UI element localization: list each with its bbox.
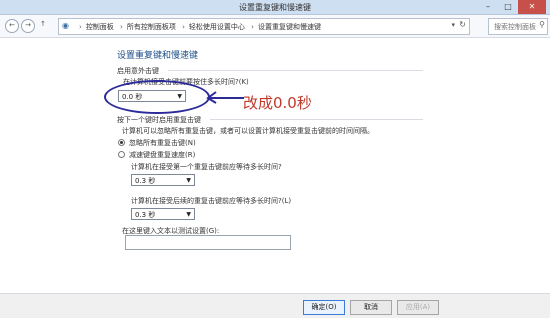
subsequent-delay-select[interactable]: 0.3 秒 ▼ <box>131 208 195 220</box>
annotation-ellipse <box>104 80 210 114</box>
back-icon[interactable]: ← <box>5 19 19 33</box>
divider <box>168 70 423 71</box>
breadcrumb-item[interactable]: 控制面板 <box>86 23 114 31</box>
radio-slow-repeats-label[interactable]: 减速键盘重复速度(R) <box>129 150 195 160</box>
repeat-description: 计算机可以忽略所有重复击键，或者可以设置计算机接受重复击键前的时间间隔。 <box>122 127 374 135</box>
refresh-icon[interactable]: ↻ <box>459 20 466 29</box>
close-icon[interactable]: ✕ <box>518 0 546 14</box>
minimize-icon[interactable]: – <box>478 0 498 14</box>
annotation-text: 改成0.0秒 <box>243 94 312 112</box>
section-heading-2: 按下一个键时启用重复击键 <box>117 116 201 124</box>
chevron-down-icon: ▼ <box>186 211 191 218</box>
radio-ignore-repeats[interactable] <box>118 139 125 146</box>
first-delay-question: 计算机在接受第一个重复击键前应等待多长时间? <box>131 163 282 171</box>
breadcrumb-item[interactable]: 所有控制面板项 <box>127 23 176 31</box>
page-title: 设置重复键和慢速键 <box>117 51 199 61</box>
test-input[interactable] <box>125 235 291 250</box>
button-bar: 确定(O) 取消 应用(A) <box>0 293 550 318</box>
control-panel-icon: ◉ <box>62 21 69 30</box>
section-heading-1: 启用意外击键 <box>117 67 159 75</box>
window-controls: – □ ✕ <box>478 0 546 14</box>
subsequent-delay-question: 计算机在接受后续的重复击键前应等待多长时间?(L) <box>131 197 292 205</box>
search-icon[interactable]: ⚲ <box>539 20 545 29</box>
window-title: 设置重复键和慢速键 <box>239 3 311 12</box>
forward-icon[interactable]: → <box>21 19 35 33</box>
search-box[interactable]: ⚲ <box>488 18 548 35</box>
first-delay-select[interactable]: 0.3 秒 ▼ <box>131 174 195 186</box>
radio-slow-repeats[interactable] <box>118 151 125 158</box>
search-input[interactable] <box>492 19 540 34</box>
ok-button[interactable]: 确定(O) <box>303 300 345 315</box>
apply-button[interactable]: 应用(A) <box>397 300 439 315</box>
address-bar[interactable]: ◉ › 控制面板 › 所有控制面板项 › 轻松使用设置中心 › 设置重复键和慢速键 ▾ … <box>58 18 470 35</box>
navigation-toolbar: ← → ↑ ◉ › 控制面板 › 所有控制面板项 › 轻松使用设置中心 › 设置重复键和… <box>0 15 550 38</box>
chevron-down-icon[interactable]: ▾ <box>451 21 455 29</box>
divider <box>210 119 423 120</box>
first-delay-value: 0.3 秒 <box>135 177 156 185</box>
title-bar: 设置重复键和慢速键 – □ ✕ <box>0 0 550 15</box>
annotation-arrow-icon <box>206 91 244 104</box>
up-icon[interactable]: ↑ <box>37 19 49 31</box>
radio-ignore-repeats-label[interactable]: 忽略所有重复击键(N) <box>129 138 196 148</box>
chevron-down-icon: ▼ <box>186 177 191 184</box>
main-content: 设置重复键和慢速键 启用意外击键 在计算机接受击键前要按住多长时间?(K) 0.… <box>0 38 550 293</box>
breadcrumb-item[interactable]: 设置重复键和慢速键 <box>258 23 321 31</box>
subsequent-delay-value: 0.3 秒 <box>135 211 156 219</box>
maximize-icon[interactable]: □ <box>498 0 518 14</box>
breadcrumb: › 控制面板 › 所有控制面板项 › 轻松使用设置中心 › 设置重复键和慢速键 <box>79 23 321 31</box>
breadcrumb-item[interactable]: 轻松使用设置中心 <box>189 23 245 31</box>
cancel-button[interactable]: 取消 <box>350 300 392 315</box>
